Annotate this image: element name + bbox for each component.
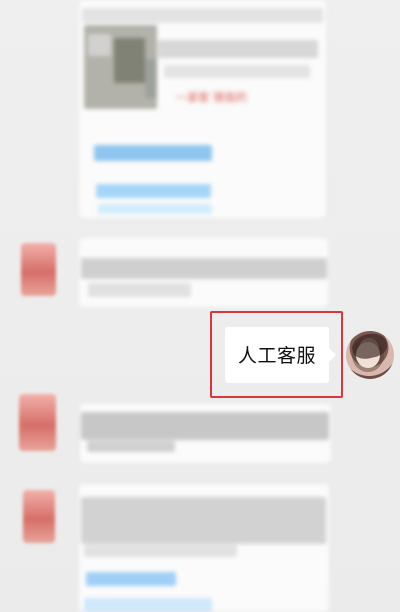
blurred-text-line (164, 65, 310, 78)
blurred-thumbnail-part (145, 59, 157, 98)
blurred-thumbnail-part (88, 34, 111, 56)
blurred-text-line (87, 441, 175, 452)
blurred-text-block (81, 497, 326, 544)
blurred-link-line[interactable] (98, 204, 212, 214)
blurred-text-line (81, 258, 327, 279)
blurred-link-line[interactable] (84, 598, 212, 612)
blurred-text-line (88, 283, 191, 297)
user-avatar[interactable] (346, 331, 394, 379)
blurred-text-line (81, 412, 329, 440)
message-text: 人工客服 (237, 344, 316, 367)
user-message-bubble[interactable]: 人工客服 (225, 327, 336, 383)
blurred-caption: 一家客 猜我的 (176, 91, 247, 104)
blurred-thumbnail-part (114, 38, 145, 83)
blurred-text-line (158, 40, 318, 58)
chat-screen: 一家客 猜我的 人工客服 (0, 0, 400, 612)
service-avatar[interactable] (23, 490, 55, 543)
blurred-link-line[interactable] (94, 145, 212, 161)
service-avatar[interactable] (21, 243, 56, 296)
blurred-link-line[interactable] (86, 572, 176, 586)
blurred-text-line (82, 8, 323, 23)
service-avatar[interactable] (19, 394, 56, 451)
blurred-text-line (84, 545, 237, 557)
blurred-link-line[interactable] (96, 184, 211, 198)
